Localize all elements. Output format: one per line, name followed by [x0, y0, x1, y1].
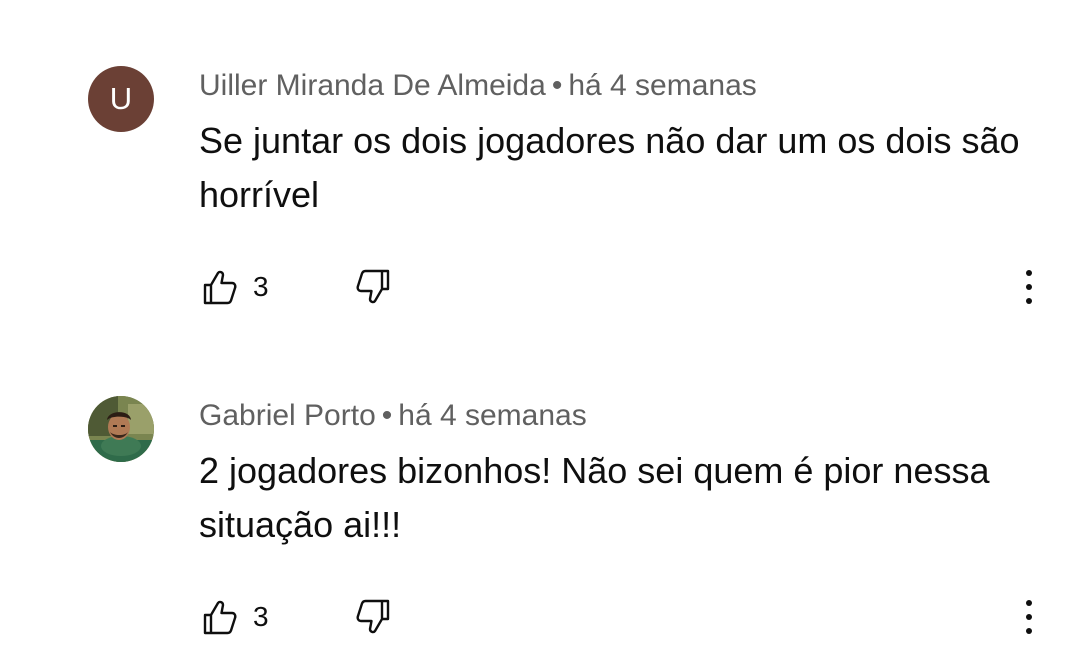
dislike-button[interactable]	[354, 265, 394, 309]
more-options-button[interactable]	[1014, 265, 1044, 309]
like-count: 3	[253, 601, 269, 632]
like-button[interactable]	[199, 265, 239, 309]
like-button[interactable]	[199, 595, 239, 639]
avatar[interactable]	[88, 396, 154, 462]
author-name[interactable]: Gabriel Porto	[199, 399, 376, 432]
thumb-up-icon	[203, 600, 237, 635]
comment-time: há 4 semanas	[398, 399, 587, 432]
thumb-down-icon	[356, 599, 390, 634]
dislike-button[interactable]	[354, 595, 394, 639]
avatar-photo	[88, 396, 154, 462]
avatar[interactable]: U	[88, 66, 154, 132]
comment: U Uiller Miranda De Almeida • há 4 semanas…	[0, 0, 1080, 330]
comment-text: Se juntar os dois jogadores não dar um o…	[199, 120, 1020, 215]
comment-meta: Gabriel Porto • há 4 semanas	[199, 396, 587, 436]
meta-separator: •	[551, 69, 563, 102]
meta-separator: •	[381, 399, 393, 432]
author-name[interactable]: Uiller Miranda De Almeida	[199, 69, 546, 102]
like-count: 3	[253, 271, 269, 302]
thumb-up-icon	[203, 270, 237, 305]
comment-text: 2 jogadores bizonhos! Não sei quem é pio…	[199, 450, 990, 545]
comment-time: há 4 semanas	[568, 69, 757, 102]
comment-meta: Uiller Miranda De Almeida • há 4 semanas	[199, 66, 757, 106]
more-options-button[interactable]	[1014, 595, 1044, 639]
comment: Gabriel Porto • há 4 semanas 2 jogadores b…	[0, 330, 1080, 660]
thumb-down-icon	[356, 269, 390, 304]
